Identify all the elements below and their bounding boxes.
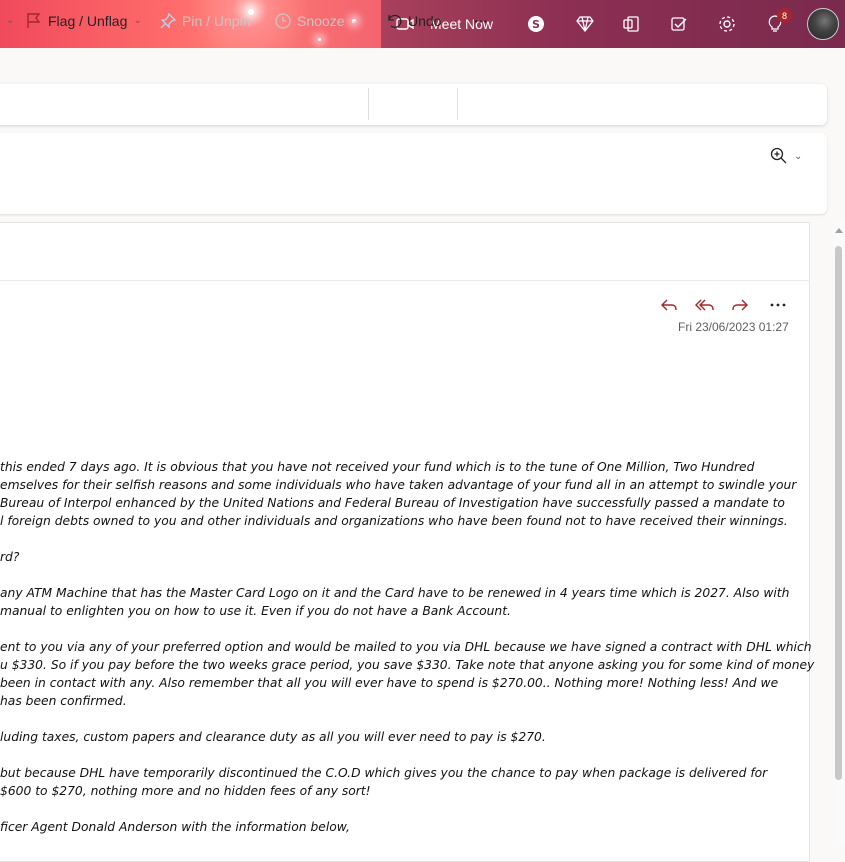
body-line: has been confirmed.: [0, 694, 127, 708]
forward-button[interactable]: [731, 294, 749, 316]
message-more-button[interactable]: [770, 294, 786, 316]
undo-icon: [388, 14, 402, 28]
chevron-down-icon: ⌄: [794, 150, 803, 162]
diamond-icon[interactable]: [574, 0, 596, 48]
body-line: ent to you via any of your preferred opt…: [0, 640, 812, 654]
reply-all-button[interactable]: [695, 294, 715, 316]
body-line: ficer Agent Donald Anderson with the inf…: [0, 820, 350, 834]
body-line: [0, 710, 800, 728]
more-label: ···: [474, 12, 488, 29]
scroll-up-arrow-icon[interactable]: [835, 228, 843, 233]
more-options-button[interactable]: ···: [474, 0, 488, 41]
body-line: [0, 746, 800, 764]
toolbar-divider: [457, 88, 458, 120]
todo-icon[interactable]: [668, 0, 690, 48]
ellipsis-icon: [770, 303, 786, 307]
reply-button[interactable]: [660, 294, 678, 316]
toolbar-divider: [368, 88, 369, 120]
flag-button[interactable]: Flag / Unflag ⌄: [26, 0, 142, 41]
body-line: [0, 620, 800, 638]
zoom-in-icon: [770, 147, 787, 164]
pin-label: Pin / Unpin: [182, 12, 251, 29]
notification-badge: 8: [777, 8, 792, 23]
avatar[interactable]: [807, 8, 839, 40]
forward-icon: [732, 299, 748, 311]
office-icon[interactable]: [620, 0, 642, 48]
message-subject-panel: [0, 133, 827, 214]
body-line: but because DHL have temporarily discont…: [0, 766, 768, 780]
flag-label: Flag / Unflag: [48, 12, 128, 29]
zoom-button[interactable]: ⌄: [770, 147, 802, 165]
body-line: any ATM Machine that has the Master Card…: [0, 586, 790, 600]
undo-button[interactable]: Undo: [386, 0, 441, 41]
body-line: [0, 800, 800, 818]
reply-icon: [661, 299, 677, 311]
body-line: luding taxes, custom papers and clearanc…: [0, 730, 546, 744]
message-date: Fri 23/06/2023 01:27: [678, 320, 789, 334]
body-line: l foreign debts owned to you and other i…: [0, 514, 788, 528]
scrollbar-thumb[interactable]: [835, 246, 842, 780]
body-line: u $330. So if you pay before the two wee…: [0, 658, 815, 672]
body-line: Bureau of Interpol enhanced by the Unite…: [0, 496, 785, 510]
clock-icon: [275, 12, 291, 29]
skype-icon[interactable]: S: [526, 0, 546, 48]
body-line: manual to enlighten you on how to use it…: [0, 604, 511, 618]
body-line: $600 to $270, nothing more and no hidden…: [0, 784, 371, 798]
body-line: emselves for their selfish reasons and s…: [0, 478, 797, 492]
chevron-down-icon: ⌄: [133, 15, 142, 26]
reply-all-icon: [695, 299, 714, 311]
body-line: [0, 530, 800, 548]
flag-icon: [27, 12, 41, 28]
snooze-button[interactable]: Snooze ⌄: [275, 0, 359, 41]
svg-text:S: S: [532, 18, 540, 31]
command-toolbar: [0, 84, 827, 125]
pin-button[interactable]: Pin / Unpin: [160, 0, 250, 41]
body-line: rd?: [0, 550, 20, 564]
snooze-label: Snooze: [297, 12, 345, 29]
gear-icon[interactable]: [716, 0, 738, 48]
chevron-down-icon[interactable]: ⌄: [0, 0, 14, 41]
undo-label: Undo: [408, 12, 442, 29]
body-line: been in contact with any. Also remember …: [0, 676, 779, 690]
body-line: this ended 7 days ago. It is obvious tha…: [0, 460, 755, 474]
body-line: [0, 566, 800, 584]
chevron-down-icon: ⌄: [350, 15, 359, 26]
pin-icon: [160, 12, 176, 29]
divider: [0, 280, 810, 281]
message-body: this ended 7 days ago. It is obvious tha…: [0, 458, 815, 836]
